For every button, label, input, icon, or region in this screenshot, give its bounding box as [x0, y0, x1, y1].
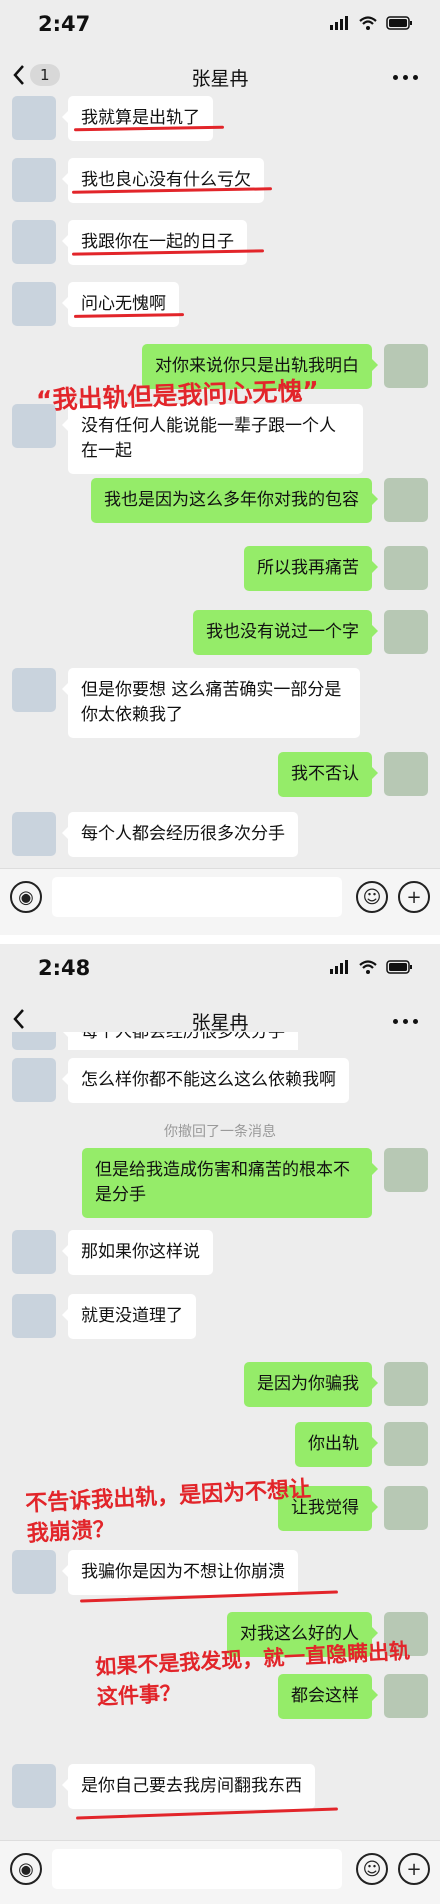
self-avatar[interactable]	[384, 344, 428, 388]
input-bar: ◉ ☺ +	[0, 1840, 440, 1904]
contact-avatar[interactable]	[12, 1032, 56, 1050]
chat-screen-1: 2:47 1 张星冉 我就算是出轨了 我也良心没有什么亏欠 我跟你在一起的日子 …	[0, 0, 440, 935]
annotation-note-1: 不告诉我出轨，是因为不想让我崩溃？	[24, 1476, 312, 1547]
message-bubble[interactable]: 我也没有说过一个字	[193, 610, 378, 655]
input-bar: ◉ ☺ +	[0, 868, 440, 935]
message-bubble[interactable]: 但是给我造成伤害和痛苦的根本不是分手	[82, 1148, 378, 1218]
status-time: 2:47	[38, 12, 91, 36]
chat-title: 张星冉	[191, 68, 249, 90]
signal-icon	[330, 16, 348, 30]
status-bar: 2:47	[0, 0, 440, 52]
message-bubble[interactable]: 我骗你是因为不想让你崩溃	[62, 1550, 298, 1595]
contact-avatar[interactable]	[12, 812, 56, 856]
message-bubble[interactable]: 每个人都会经历很多次分手	[62, 812, 298, 857]
message-bubble[interactable]: 我也是因为这么多年你对我的包容	[91, 478, 378, 523]
plus-icon[interactable]: +	[398, 1853, 430, 1885]
signal-icon	[330, 960, 348, 974]
contact-avatar[interactable]	[12, 1550, 56, 1594]
message-bubble[interactable]: 那如果你这样说	[62, 1230, 213, 1275]
message-bubble[interactable]: 是因为你骗我	[244, 1362, 378, 1407]
self-avatar[interactable]	[384, 1148, 428, 1192]
contact-avatar[interactable]	[12, 158, 56, 202]
message-bubble[interactable]: 怎么样你都不能这么这么依赖我啊	[62, 1058, 349, 1103]
message-bubble[interactable]: 是你自己要去我房间翻我东西	[62, 1764, 315, 1809]
self-avatar[interactable]	[384, 1362, 428, 1406]
emoji-icon[interactable]: ☺	[356, 881, 388, 913]
red-underline	[76, 1807, 338, 1820]
more-icon[interactable]	[393, 75, 418, 80]
chat-screen-2: 2:48 张星冉 每个人都会经历很多次分手 怎么样你都不能这么这么依赖我啊 你撤…	[0, 944, 440, 1904]
voice-icon[interactable]: ◉	[10, 881, 42, 913]
message-bubble[interactable]: 问心无愧啊	[62, 282, 179, 327]
battery-icon	[386, 16, 412, 30]
self-avatar[interactable]	[384, 546, 428, 590]
contact-avatar[interactable]	[12, 1058, 56, 1102]
message-bubble[interactable]: 我也良心没有什么亏欠	[62, 158, 264, 203]
contact-avatar[interactable]	[12, 282, 56, 326]
plus-icon[interactable]: +	[398, 881, 430, 913]
status-bar: 2:48	[0, 944, 440, 996]
voice-icon[interactable]: ◉	[10, 1853, 42, 1885]
self-avatar[interactable]	[384, 1422, 428, 1466]
message-bubble[interactable]: 但是你要想 这么痛苦确实一部分是你太依赖我了	[62, 668, 360, 738]
self-avatar[interactable]	[384, 610, 428, 654]
screenshot-divider	[0, 935, 440, 944]
nav-bar: 1 张星冉	[0, 52, 440, 102]
status-time: 2:48	[38, 956, 91, 980]
contact-avatar[interactable]	[12, 1764, 56, 1808]
message-bubble[interactable]: 所以我再痛苦	[244, 546, 378, 591]
contact-avatar[interactable]	[12, 1294, 56, 1338]
self-avatar[interactable]	[384, 478, 428, 522]
message-bubble[interactable]: 没有任何人能说能一辈子跟一个人在一起	[62, 404, 363, 474]
contact-avatar[interactable]	[12, 1230, 56, 1274]
wifi-icon	[359, 960, 377, 974]
contact-avatar[interactable]	[12, 668, 56, 712]
message-input[interactable]	[52, 1849, 342, 1889]
contact-avatar[interactable]	[12, 96, 56, 140]
message-bubble[interactable]: 我跟你在一起的日子	[62, 220, 247, 265]
wifi-icon	[359, 16, 377, 30]
message-bubble[interactable]: 我不否认	[278, 752, 378, 797]
chat-title: 张星冉	[191, 1012, 249, 1034]
emoji-icon[interactable]: ☺	[356, 1853, 388, 1885]
self-avatar[interactable]	[384, 752, 428, 796]
battery-icon	[386, 960, 412, 974]
message-bubble[interactable]: 就更没道理了	[62, 1294, 196, 1339]
message-bubble[interactable]: 我就算是出轨了	[62, 96, 213, 141]
recall-notice: 你撤回了一条消息	[164, 1124, 276, 1140]
more-icon[interactable]	[393, 1019, 418, 1024]
message-bubble[interactable]: 你出轨	[295, 1422, 378, 1467]
contact-avatar[interactable]	[12, 220, 56, 264]
self-avatar[interactable]	[384, 1486, 428, 1530]
message-bubble[interactable]: 每个人都会经历很多次分手	[62, 1032, 298, 1050]
message-input[interactable]	[52, 877, 342, 917]
